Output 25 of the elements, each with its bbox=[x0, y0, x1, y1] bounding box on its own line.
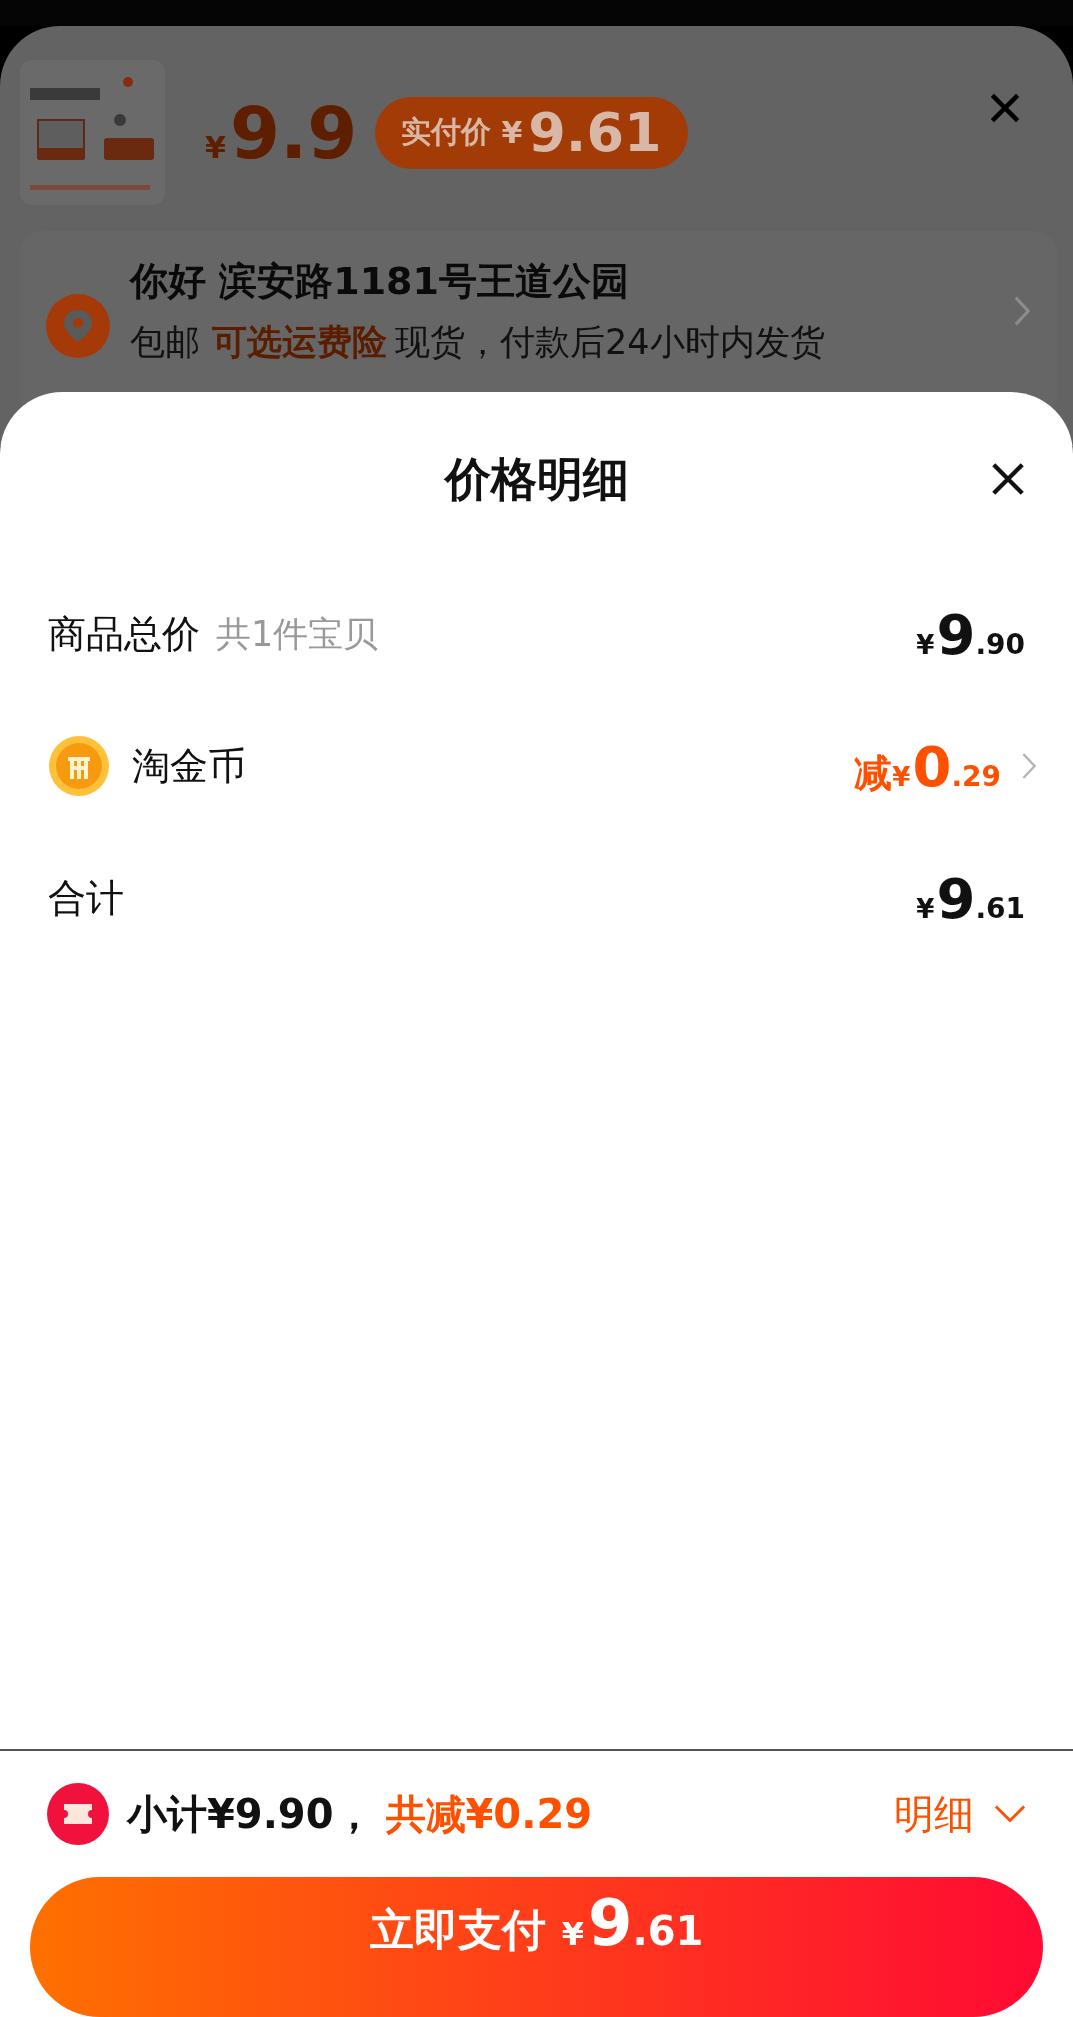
row-label: 合计 bbox=[48, 874, 124, 922]
row-amount: ¥9.90 bbox=[916, 601, 1025, 667]
chevron-down-icon[interactable] bbox=[994, 1804, 1026, 1824]
pay-button[interactable]: 立即支付 ¥9.61 bbox=[30, 1877, 1043, 2017]
product-price: ¥9.9 bbox=[205, 96, 358, 169]
row-label: 商品总价 bbox=[48, 610, 200, 658]
row-amount: ¥9.61 bbox=[916, 865, 1025, 931]
row-amount: 减¥0.29 bbox=[854, 733, 1001, 799]
discount-text: 共减¥0.29 bbox=[385, 1789, 593, 1839]
paid-price-badge: 实付价 ¥9.61 bbox=[375, 96, 688, 169]
chevron-right-icon bbox=[1013, 295, 1031, 327]
coin-icon bbox=[48, 735, 110, 797]
detail-link[interactable]: 明细 bbox=[894, 1786, 974, 1842]
address-title: 你好 滨安路1181号王道公园 bbox=[130, 258, 630, 305]
delivery-text: 现货，付款后24小时内发货 bbox=[395, 322, 825, 362]
row-label: 淘金币 bbox=[132, 742, 246, 790]
chevron-right-icon[interactable] bbox=[1021, 751, 1037, 781]
sheet-title: 价格明细 bbox=[444, 451, 629, 508]
ticket-icon bbox=[47, 1783, 109, 1845]
item-count: 共1件宝贝 bbox=[216, 612, 379, 656]
shipping-text: 包邮 bbox=[130, 322, 200, 362]
subtotal-text: 小计¥9.90， bbox=[127, 1789, 374, 1839]
insurance-link[interactable]: 可选运费险 bbox=[212, 322, 387, 362]
location-pin-icon bbox=[46, 294, 110, 358]
close-icon[interactable] bbox=[989, 460, 1027, 498]
